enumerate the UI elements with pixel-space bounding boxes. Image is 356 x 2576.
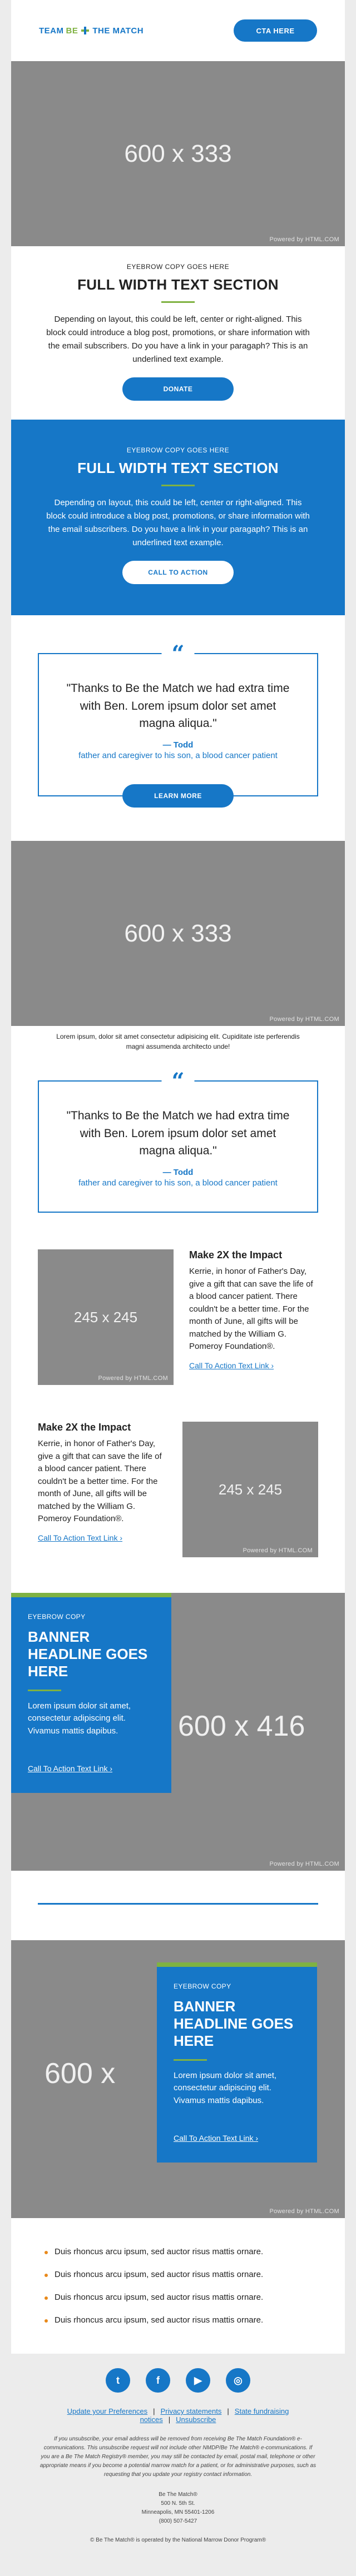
banner-body: Lorem ipsum dolor sit amet, consectetur … xyxy=(28,1701,131,1736)
split-title: Make 2X the Impact xyxy=(189,1249,283,1260)
quote-author-role: father and caregiver to his son, a blood… xyxy=(78,750,278,760)
instagram-icon[interactable]: ◎ xyxy=(226,2368,250,2393)
banner-body: Lorem ipsum dolor sit amet, consectetur … xyxy=(174,2070,277,2105)
image-caption: Lorem ipsum, dolor sit amet consectetur … xyxy=(56,1033,300,1050)
full-width-text-section-blue: EYEBROW COPY GOES HERE FULL WIDTH TEXT S… xyxy=(11,420,345,615)
donate-button[interactable]: DONATE xyxy=(122,377,234,401)
banner-headline: BANNER HEADLINE GOES HERE xyxy=(28,1628,148,1680)
banner-image-label: 600 x xyxy=(44,2057,116,2090)
blue-divider xyxy=(38,1903,318,1905)
postal-address: Be The Match® 500 N. 5th St. Minneapolis… xyxy=(141,2492,215,2524)
quote-author: — Todd xyxy=(162,740,194,750)
section-title: FULL WIDTH TEXT SECTION xyxy=(77,460,279,476)
watermark: Powered by HTML.COM xyxy=(269,1861,339,1867)
facebook-icon[interactable]: f xyxy=(146,2368,170,2393)
section-body: Depending on layout, this could be left,… xyxy=(46,498,310,547)
cta-here-button[interactable]: CTA HERE xyxy=(234,19,317,42)
quote-author: — Todd xyxy=(162,1167,194,1177)
update-preferences-link[interactable]: Update your Preferences xyxy=(67,2407,148,2415)
image-text-split: 245 x 245 Powered by HTML.COM Make 2X th… xyxy=(11,1235,345,1399)
quote-author-role: father and caregiver to his son, a blood… xyxy=(78,1178,278,1188)
banner-card: EYEBROW COPY BANNER HEADLINE GOES HERE L… xyxy=(157,1962,317,2163)
unsubscribe-link[interactable]: Unsubscribe xyxy=(176,2415,216,2424)
hero-image-label: 600 x 333 xyxy=(124,139,232,167)
copyright: © Be The Match® is operated by the Natio… xyxy=(90,2537,266,2543)
green-divider xyxy=(28,1689,61,1691)
list-item: Duis rhoncus arcu ipsum, sed auctor risu… xyxy=(44,2240,312,2263)
image-placeholder: 600 x 333 Powered by HTML.COM xyxy=(11,841,345,1026)
cta-text-link[interactable]: Call To Action Text Link › xyxy=(38,1533,122,1542)
section-title: FULL WIDTH TEXT SECTION xyxy=(77,276,279,293)
image-label: 245 x 245 xyxy=(73,1308,138,1326)
logo[interactable]: TEAM BE THE MATCH xyxy=(39,26,144,36)
watermark: Powered by HTML.COM xyxy=(269,1016,339,1023)
watermark: Powered by HTML.COM xyxy=(269,2208,339,2215)
email-canvas: TEAM BE THE MATCH CTA HERE 600 x 333 Pow… xyxy=(0,0,356,2560)
split-body: Kerrie, in honor of Father's Day, give a… xyxy=(38,1439,162,1523)
list-item: Duis rhoncus arcu ipsum, sed auctor risu… xyxy=(44,2286,312,2309)
quote-text: "Thanks to Be the Match we had extra tim… xyxy=(66,682,290,730)
banner-right: 600 x Powered by HTML.COM EYEBROW COPY B… xyxy=(11,1940,345,2218)
quote-text: "Thanks to Be the Match we had extra tim… xyxy=(66,1109,290,1157)
banner-card-accent xyxy=(157,1962,317,1967)
logo-the-match: THE MATCH xyxy=(92,26,144,36)
quote-icon: “ xyxy=(161,643,195,665)
legal-text: If you unsubscribe, your email address w… xyxy=(39,2436,317,2478)
banner-card-accent xyxy=(11,1593,171,1597)
email-header: TEAM BE THE MATCH CTA HERE xyxy=(11,0,345,61)
email-footer: t f ▶ ◎ Update your Preferences | Privacy … xyxy=(11,2354,345,2560)
green-divider xyxy=(161,485,195,486)
banner-eyebrow: EYEBROW COPY xyxy=(28,1613,86,1621)
bullet-list: Duis rhoncus arcu ipsum, sed auctor risu… xyxy=(11,2218,345,2354)
logo-be: BE xyxy=(66,26,78,36)
image-label: 600 x 333 xyxy=(124,919,232,947)
split-body: Kerrie, in honor of Father's Day, give a… xyxy=(189,1267,313,1351)
image-placeholder: 245 x 245 Powered by HTML.COM xyxy=(182,1422,318,1557)
banner-left: 600 x 416 Powered by HTML.COM EYEBROW CO… xyxy=(11,1593,345,1871)
full-width-text-section: EYEBROW COPY GOES HERE FULL WIDTH TEXT S… xyxy=(11,246,345,420)
quote-icon: “ xyxy=(161,1070,195,1093)
watermark: Powered by HTML.COM xyxy=(98,1375,168,1382)
email-body: TEAM BE THE MATCH CTA HERE 600 x 333 Pow… xyxy=(11,0,345,2354)
image-label: 245 x 245 xyxy=(218,1481,283,1498)
banner-image-label: 600 x 416 xyxy=(178,1710,305,1742)
testimonial-box: “ "Thanks to Be the Match we had extra t… xyxy=(38,1070,318,1213)
social-links: t f ▶ ◎ xyxy=(39,2368,317,2393)
logo-team: TEAM xyxy=(39,26,64,36)
hero-image-placeholder: 600 x 333 Powered by HTML.COM xyxy=(11,61,345,246)
logo-plus-icon xyxy=(81,27,90,34)
testimonial-section: “ "Thanks to Be the Match we had extra t… xyxy=(11,615,345,841)
split-text-column: Make 2X the Impact Kerrie, in honor of F… xyxy=(38,1422,167,1543)
split-title: Make 2X the Impact xyxy=(38,1422,131,1433)
banner-cta-link[interactable]: Call To Action Text Link › xyxy=(28,1764,112,1773)
green-divider xyxy=(161,301,195,303)
privacy-statements-link[interactable]: Privacy statements xyxy=(161,2407,222,2415)
section-body: Depending on layout, this could be left,… xyxy=(46,315,310,364)
twitter-icon[interactable]: t xyxy=(106,2368,130,2393)
footer-links: Update your Preferences | Privacy statemen… xyxy=(67,2407,289,2424)
banner-headline: BANNER HEADLINE GOES HERE xyxy=(174,1998,294,2050)
testimonial-section: “ "Thanks to Be the Match we had extra t… xyxy=(11,1068,345,1235)
cta-text-link[interactable]: Call To Action Text Link › xyxy=(189,1361,274,1370)
learn-more-button[interactable]: LEARN MORE xyxy=(122,784,234,808)
banner-card: EYEBROW COPY BANNER HEADLINE GOES HERE L… xyxy=(11,1593,171,1793)
list-item: Duis rhoncus arcu ipsum, sed auctor risu… xyxy=(44,2263,312,2286)
youtube-icon[interactable]: ▶ xyxy=(186,2368,210,2393)
banner-eyebrow: EYEBROW COPY xyxy=(174,1982,231,1990)
eyebrow: EYEBROW COPY GOES HERE xyxy=(126,263,230,271)
list-item: Duis rhoncus arcu ipsum, sed auctor risu… xyxy=(44,2309,312,2331)
text-image-split: Make 2X the Impact Kerrie, in honor of F… xyxy=(11,1399,345,1593)
eyebrow: EYEBROW COPY GOES HERE xyxy=(126,446,230,454)
image-placeholder: 245 x 245 Powered by HTML.COM xyxy=(38,1249,174,1385)
watermark: Powered by HTML.COM xyxy=(269,236,339,243)
testimonial-box: “ "Thanks to Be the Match we had extra t… xyxy=(38,643,318,808)
split-text-column: Make 2X the Impact Kerrie, in honor of F… xyxy=(189,1249,318,1371)
green-divider xyxy=(174,2059,207,2061)
watermark: Powered by HTML.COM xyxy=(243,1547,313,1554)
banner-cta-link[interactable]: Call To Action Text Link › xyxy=(174,2134,258,2142)
call-to-action-button[interactable]: CALL TO ACTION xyxy=(122,561,234,584)
